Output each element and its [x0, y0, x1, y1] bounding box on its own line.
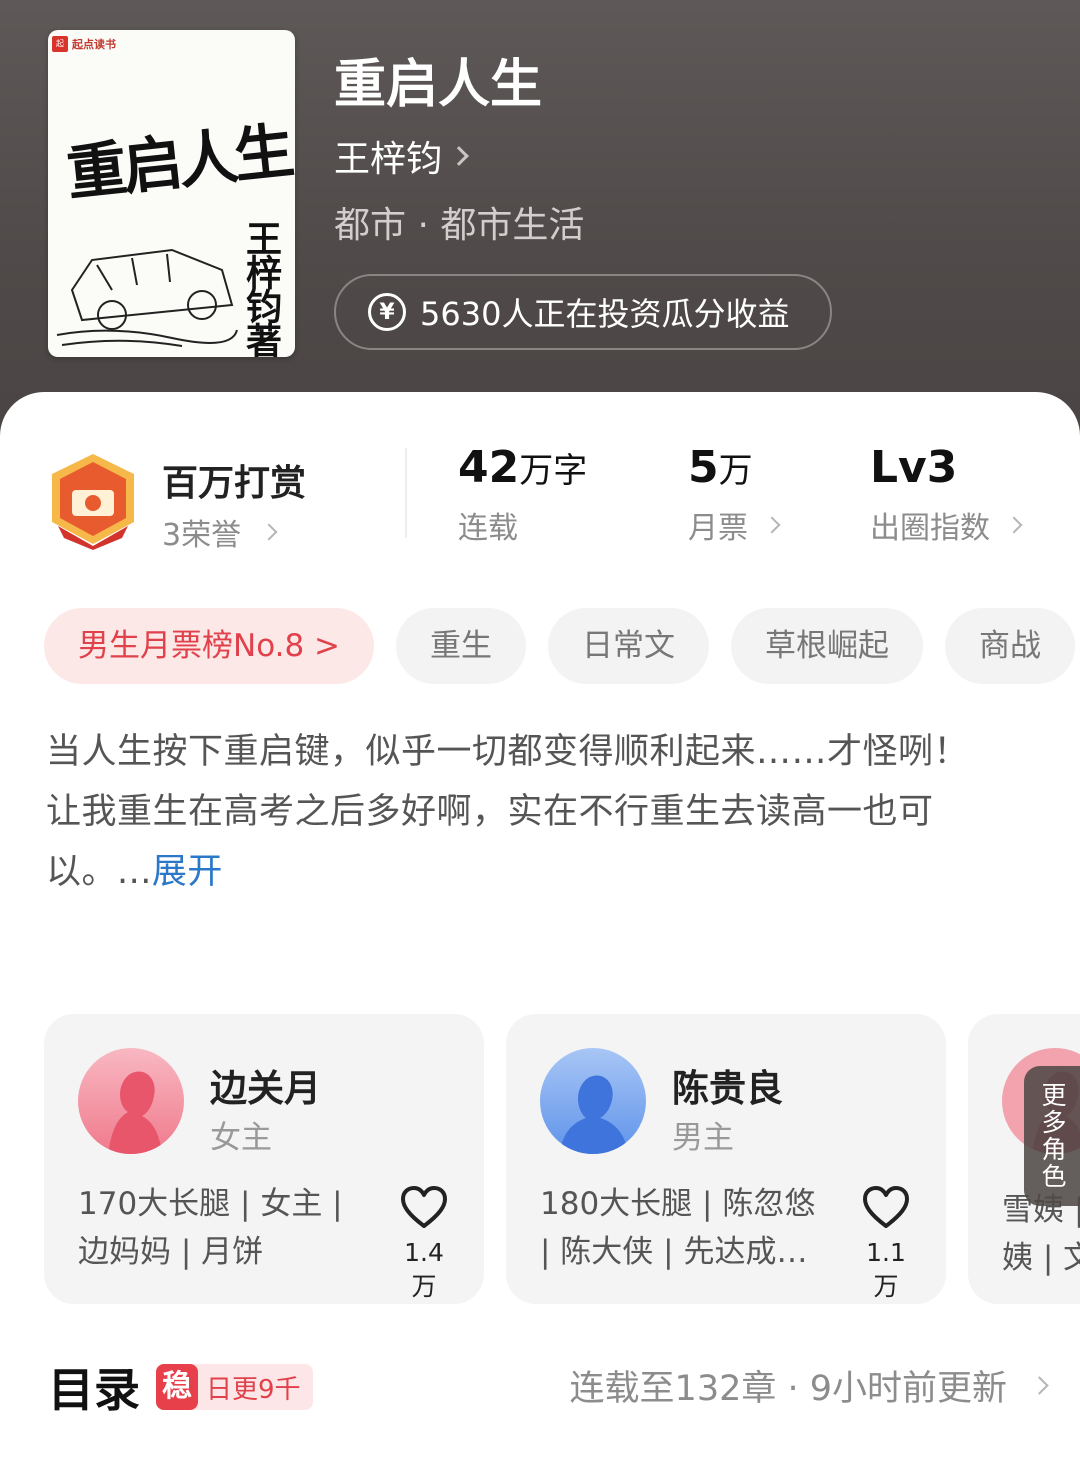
like-count: 1.4万 — [404, 1238, 444, 1301]
character-tags: 170大长腿 | 女主 | 边妈妈 | 月饼 — [78, 1186, 343, 1270]
stat-monthly-tickets[interactable]: 5万 月票 — [688, 442, 781, 547]
tag-item[interactable]: 重生 — [396, 608, 527, 684]
character-avatar — [540, 1048, 646, 1154]
cover-author-art: 王梓钧著 — [240, 220, 282, 356]
character-list: 边关月 女主 170大长腿 | 女主 | 边妈妈 | 月饼 1.4万 陈贵良 男… — [44, 1014, 1080, 1306]
expand-link[interactable]: 展开 — [152, 852, 223, 892]
like-button[interactable]: 1.1万 — [856, 1186, 916, 1303]
update-badge: 稳 日更9千 — [156, 1364, 313, 1410]
stat-words-label: 连载 — [458, 511, 518, 546]
character-name: 边关月 — [210, 1067, 321, 1110]
cover-car-sketch — [56, 248, 238, 347]
publisher-logo: 起 起点读书 — [52, 36, 116, 52]
character-card[interactable]: 陈贵良 男主 180大长腿 | 陈忽悠 | 陈大侠 | 先达成… 1.1万 — [506, 1014, 946, 1304]
update-badge-text: 日更9千 — [206, 1374, 301, 1405]
book-detail-card: 百万打赏 3荣誉 42万字 连载 5万 月票 Lv3 出圈指数 男生月票榜No.… — [0, 392, 1080, 1462]
stat-popularity-level[interactable]: Lv3 出圈指数 — [870, 442, 1023, 547]
like-button[interactable]: 1.4万 — [394, 1186, 454, 1303]
reward-title[interactable]: 百万打赏 — [162, 454, 306, 506]
invest-button[interactable]: ¥ 5630人正在投资瓜分收益 — [334, 274, 832, 350]
synopsis-line: 当人生按下重启键，似乎一切都变得顺利起来……才怪咧！ — [46, 732, 970, 772]
character-role: 女主 — [210, 1120, 272, 1156]
reward-honors: 3荣誉 — [162, 518, 242, 553]
stable-update-icon: 稳 — [156, 1364, 198, 1410]
character-name: 陈贵良 — [672, 1067, 783, 1110]
character-card[interactable]: 边关月 女主 170大长腿 | 女主 | 边妈妈 | 月饼 1.4万 — [44, 1014, 484, 1304]
chevron-right-icon — [1005, 516, 1023, 534]
toc-status[interactable]: 连载至132章 · 9小时前更新 — [569, 1360, 1049, 1411]
tag-ranking[interactable]: 男生月票榜No.8 > — [44, 608, 375, 684]
toc-status-text: 连载至132章 · 9小时前更新 — [569, 1369, 1007, 1409]
more-roles-button[interactable]: 更多角色 — [1024, 1066, 1080, 1206]
character-avatar — [78, 1048, 184, 1154]
tag-item[interactable]: 商战 — [945, 608, 1076, 684]
stat-words: 42万字 连载 — [458, 442, 588, 546]
book-cover[interactable]: 起 起点读书 重启人生 王梓钧著 — [48, 30, 295, 357]
table-of-contents-row[interactable]: 目录 稳 日更9千 连载至132章 · 9小时前更新 — [0, 1350, 1080, 1430]
stats-row: 百万打赏 3荣誉 42万字 连载 5万 月票 Lv3 出圈指数 — [0, 442, 1080, 554]
character-tags: 180大长腿 | 陈忽悠 | 陈大侠 | 先达成… — [540, 1186, 816, 1270]
cover-title-art: 重启人生 — [63, 116, 294, 210]
stats-divider — [405, 448, 407, 538]
toc-title: 目录 — [48, 1363, 140, 1417]
tag-item[interactable]: 草根崛起 — [731, 608, 924, 684]
character-role: 男主 — [672, 1120, 734, 1156]
reward-medal-icon[interactable] — [46, 452, 140, 550]
stat-tickets-label: 月票 — [688, 511, 748, 546]
chevron-right-icon — [1030, 1376, 1049, 1395]
chevron-right-icon — [763, 516, 781, 534]
tag-list: 男生月票榜No.8 > 重生 日常文 草根崛起 商战 — [44, 608, 1076, 684]
book-genre[interactable]: 都市 · 都市生活 — [334, 196, 584, 248]
like-count: 1.1万 — [866, 1238, 906, 1301]
author-link[interactable]: 王梓钧 — [334, 130, 469, 182]
invest-label: 5630人正在投资瓜分收益 — [420, 295, 790, 333]
stat-level-label: 出圈指数 — [870, 511, 990, 546]
heart-icon — [863, 1186, 909, 1228]
author-name: 王梓钧 — [334, 139, 443, 180]
yen-coin-icon: ¥ — [368, 293, 406, 331]
tag-item[interactable]: 日常文 — [548, 608, 710, 684]
book-header: 起 起点读书 重启人生 王梓钧著 重启人生 王梓钧 都市 · 都市生活 ¥ 56… — [0, 0, 1080, 440]
synopsis[interactable]: 当人生按下重启键，似乎一切都变得顺利起来……才怪咧！ 让我重生在高考之后多好啊，… — [46, 722, 1036, 902]
chevron-right-icon — [449, 146, 469, 166]
heart-icon — [401, 1186, 447, 1228]
book-title: 重启人生 — [334, 54, 543, 115]
chevron-right-icon — [260, 523, 278, 541]
reward-honors-link[interactable]: 3荣誉 — [162, 510, 278, 554]
